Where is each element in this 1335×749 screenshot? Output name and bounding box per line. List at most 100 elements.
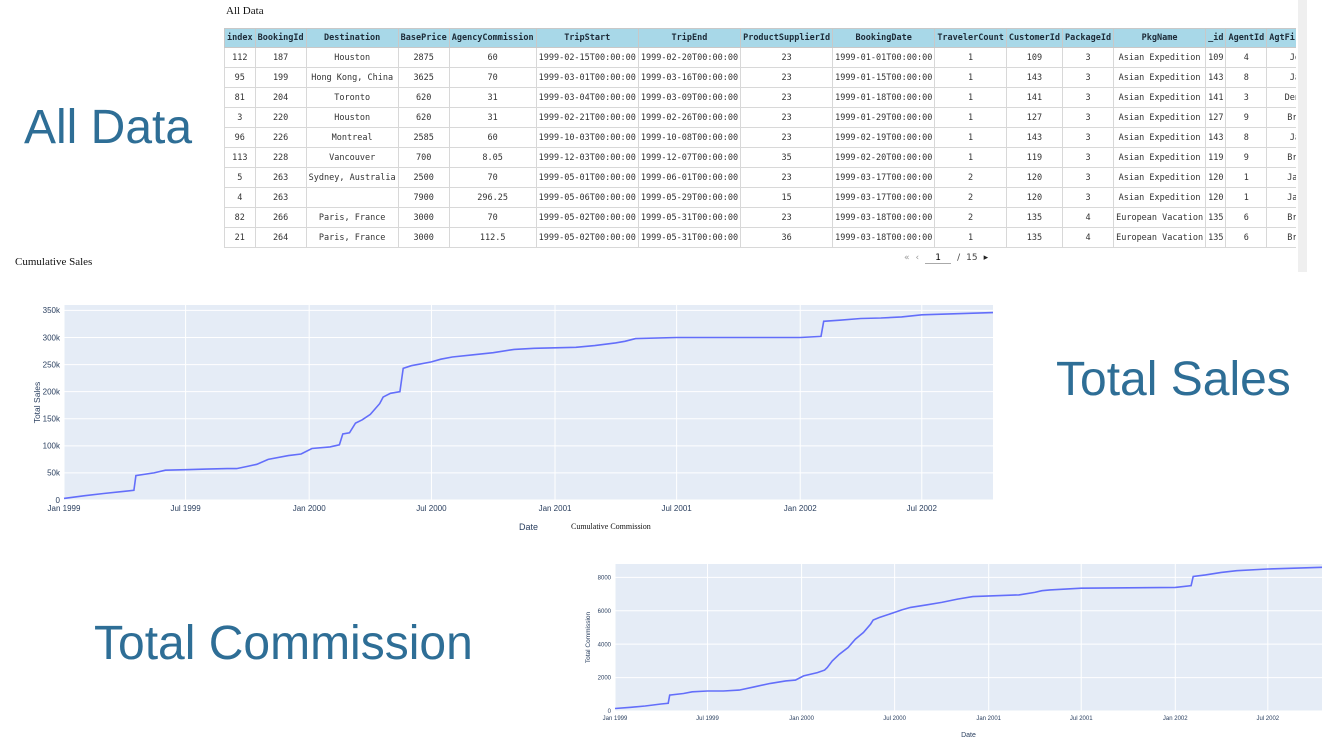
table-cell: 3000 xyxy=(397,207,450,228)
next-page-icon[interactable]: ▸ xyxy=(984,253,989,263)
y-tick-label: 8000 xyxy=(598,575,612,581)
table-cell: 199 xyxy=(254,67,307,88)
table-cell: 3000 xyxy=(397,227,450,248)
data-table-container[interactable]: index BookingId Destination BasePrice Agency… xyxy=(224,28,1296,250)
column-header[interactable]: AgentId xyxy=(1225,28,1268,48)
table-cell: 1 xyxy=(934,127,1007,148)
table-cell: 119 xyxy=(1005,147,1064,168)
table-cell: 135 xyxy=(1205,207,1227,228)
x-axis-title: Date xyxy=(519,522,538,532)
cumulative-sales-chart[interactable]: 050k100k150k200k250k300k350kJan 1999 Jul … xyxy=(0,290,1000,545)
table-row[interactable]: 3 220 Houston 620 31 1999-02-21T00:00:00 1999-… xyxy=(224,107,1296,128)
table-cell: 23 xyxy=(740,87,834,108)
table-cell: Montreal xyxy=(305,127,399,148)
table-cell: 220 xyxy=(254,107,307,128)
table-cell: 3 xyxy=(1062,147,1115,168)
table-cell: 120 xyxy=(1205,167,1227,188)
y-axis-title: Total Commission xyxy=(585,611,592,663)
table-cell: 21 xyxy=(224,227,256,248)
table-row[interactable]: 21 264 Paris, France 3000 112.5 1999-05-02T00… xyxy=(224,227,1296,248)
column-header[interactable]: PkgName xyxy=(1113,28,1207,48)
table-cell: 6 xyxy=(1225,207,1268,228)
column-header[interactable]: BookingId xyxy=(254,28,307,48)
table-cell: Sydney, Australia xyxy=(305,167,399,188)
table-scrollbar[interactable] xyxy=(1298,0,1307,272)
table-cell: 4 xyxy=(224,187,256,208)
table-cell: 9 xyxy=(1225,107,1268,128)
table-cell: 3625 xyxy=(397,67,450,88)
table-cell: 135 xyxy=(1205,227,1227,248)
cumulative-commission-chart[interactable]: 0 2000 4000 6000 8000 Jan 1999 Jul 1999 Jan 200… xyxy=(570,556,1335,749)
table-cell: 95 xyxy=(224,67,256,88)
table-cell: 263 xyxy=(254,187,307,208)
table-row[interactable]: 81 204 Toronto 620 31 1999-03-04T00:00:00 1999… xyxy=(224,87,1296,108)
table-row[interactable]: 112 187 Houston 2875 60 1999-02-15T00:00:00 19… xyxy=(224,47,1296,68)
table-cell: 1999-03-18T00:00:00 xyxy=(832,227,936,248)
previous-page-icon[interactable]: ‹ xyxy=(916,253,920,263)
table-cell: 96 xyxy=(224,127,256,148)
table-cell: 2585 xyxy=(397,127,450,148)
table-row[interactable]: 4 263 7900 296.25 1999-05-06T00:00:00 1999-05… xyxy=(224,187,1296,208)
table-body: 112 187 Houston 2875 60 1999-02-15T00:00:00 19… xyxy=(224,47,1296,248)
table-cell: Asian Expedition xyxy=(1113,147,1207,168)
table-row[interactable]: 113 228 Vancouver 700 8.05 1999-12-03T00:00:0… xyxy=(224,147,1296,168)
table-row[interactable]: 5 263 Sydney, Australia 2500 70 1999-05-01T00… xyxy=(224,167,1296,188)
table-cell: Hong Kong, China xyxy=(305,67,399,88)
table-cell: 1 xyxy=(934,87,1007,108)
column-header[interactable]: BasePrice xyxy=(397,28,450,48)
table-cell: 3 xyxy=(1062,47,1115,68)
table-cell: Asian Expedition xyxy=(1113,67,1207,88)
table-cell: 1 xyxy=(934,107,1007,128)
table-cell: 3 xyxy=(1225,87,1268,108)
column-header[interactable]: TravelerCount xyxy=(934,28,1007,48)
y-tick-label: 200k xyxy=(43,387,61,396)
page-number-input[interactable] xyxy=(925,252,952,264)
table-row[interactable]: 95 199 Hong Kong, China 3625 70 1999-03-01T00… xyxy=(224,67,1296,88)
table-cell: 1999-01-29T00:00:00 xyxy=(832,107,936,128)
column-header[interactable]: TripStart xyxy=(535,28,639,48)
column-header[interactable]: AgtFirstName xyxy=(1266,28,1296,48)
table-cell: 1999-02-19T00:00:00 xyxy=(832,127,936,148)
table-cell: 112.5 xyxy=(448,227,537,248)
table-cell: 187 xyxy=(254,47,307,68)
column-header[interactable]: CustomerId xyxy=(1005,28,1064,48)
table-cell: 1999-05-31T00:00:00 xyxy=(637,207,742,228)
table-cell: 3 xyxy=(1062,67,1115,88)
table-cell: 35 xyxy=(740,147,834,168)
table-cell: 8 xyxy=(1225,67,1268,88)
column-header[interactable]: ProductSupplierId xyxy=(740,28,834,48)
table-cell: 31 xyxy=(448,87,537,108)
table-cell: Brian xyxy=(1266,147,1296,168)
column-header[interactable]: _id xyxy=(1205,28,1227,48)
column-header[interactable]: BookingDate xyxy=(832,28,936,48)
all-data-label: All Data xyxy=(24,101,193,154)
table-cell: 1999-12-03T00:00:00 xyxy=(535,147,639,168)
first-page-icon[interactable]: « xyxy=(904,253,910,263)
column-header[interactable]: AgencyCommission xyxy=(448,28,537,48)
table-cell: 6 xyxy=(1225,227,1268,248)
table-cell: 109 xyxy=(1205,47,1227,68)
x-tick-label: Jul 2001 xyxy=(1070,716,1093,722)
table-cell: 266 xyxy=(254,207,307,228)
page-separator: / xyxy=(957,253,961,263)
plot-area xyxy=(64,305,993,500)
table-cell: 1999-05-06T00:00:00 xyxy=(535,187,639,208)
table-cell: European Vacation xyxy=(1113,207,1207,228)
column-header[interactable]: PackageId xyxy=(1062,28,1115,48)
table-cell: Dennis xyxy=(1266,87,1296,108)
column-header[interactable]: Destination xyxy=(305,28,399,48)
table-cell: 23 xyxy=(740,167,834,188)
x-tick-label: Jan 2002 xyxy=(784,504,817,513)
y-tick-label: 250k xyxy=(43,360,61,369)
table-cell: 119 xyxy=(1205,147,1227,168)
column-header[interactable]: index xyxy=(224,28,256,48)
commission-chart-title: Cumulative Commission xyxy=(571,522,651,531)
table-cell: 7900 xyxy=(397,187,450,208)
table-cell: 120 xyxy=(1005,187,1064,208)
table-row[interactable]: 82 266 Paris, France 3000 70 1999-05-02T00:00… xyxy=(224,207,1296,228)
column-header[interactable]: TripEnd xyxy=(637,28,742,48)
table-row[interactable]: 96 226 Montreal 2585 60 1999-10-03T00:00:00 19… xyxy=(224,127,1296,148)
table-cell: Janet xyxy=(1266,167,1296,188)
table-cell: 1999-05-29T00:00:00 xyxy=(637,187,742,208)
table-cell: 3 xyxy=(1062,87,1115,108)
